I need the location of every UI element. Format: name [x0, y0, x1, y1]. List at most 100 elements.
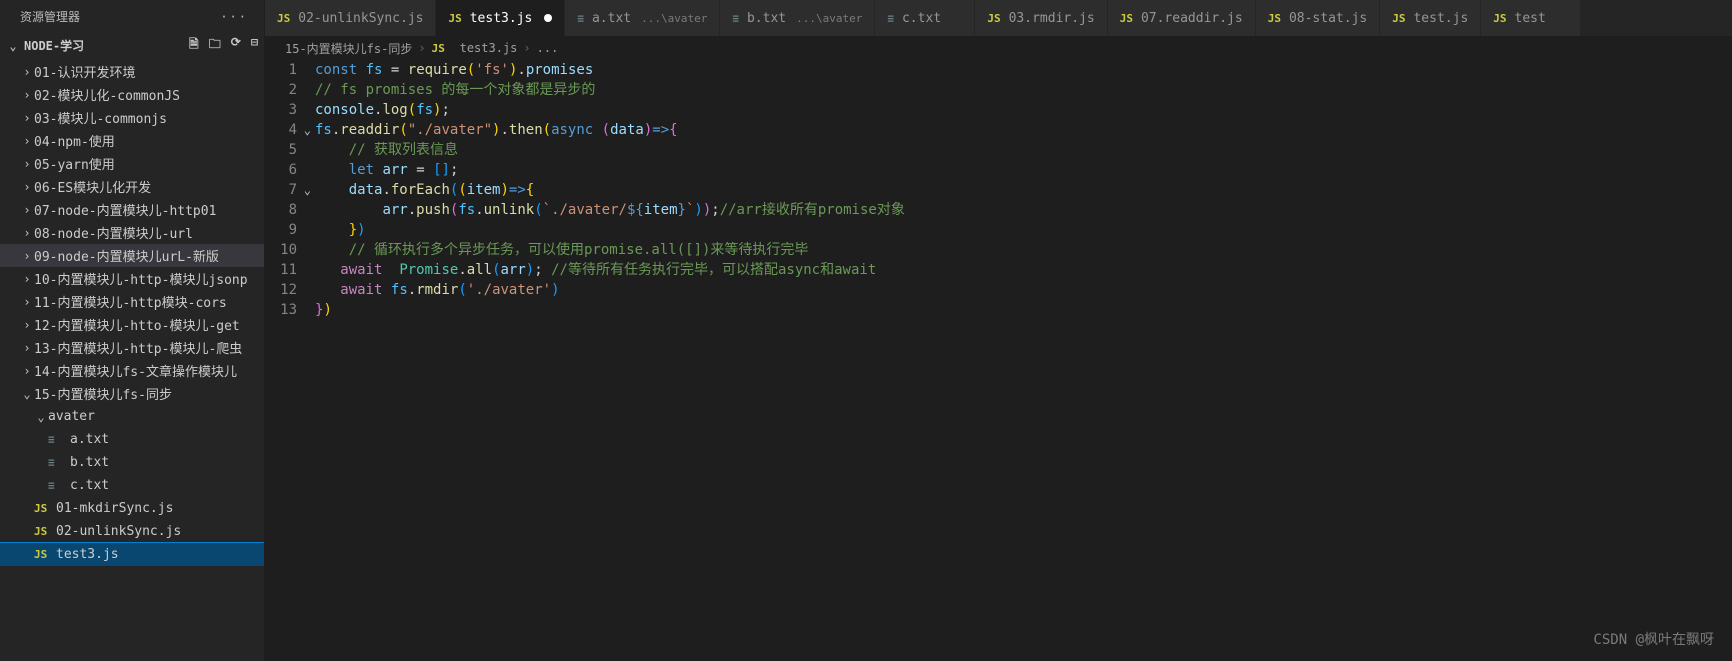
file-tree: ›01-认识开发环境›02-模块儿化-commonJS›03-模块儿-commo… [0, 58, 264, 566]
tree-folder[interactable]: ›03-模块儿-commonjs [0, 106, 264, 129]
folder-label: 06-ES模块儿化开发 [34, 177, 151, 196]
code-line[interactable]: // 循环执行多个异步任务，可以使用promise.all([])来等待执行完毕 [315, 240, 1732, 260]
explorer-root-header[interactable]: ⌄ NODE-学习 🗎 🗀 ⟳ ⊟ [0, 33, 264, 58]
chevron-right-icon: › [20, 65, 34, 79]
tree-file[interactable]: ≡c.txt [0, 474, 264, 497]
tree-file[interactable]: ≡b.txt [0, 451, 264, 474]
txt-file-icon: ≡ [48, 433, 66, 446]
code-line[interactable]: console.log(fs); [315, 100, 1732, 120]
editor-tabs: JS02-unlinkSync.jsJStest3.js≡a.txt...\av… [265, 0, 1732, 36]
breadcrumb-part[interactable]: test3.js [460, 41, 518, 55]
dirty-indicator [544, 14, 552, 22]
line-number: 12 [265, 280, 297, 300]
editor-tab[interactable]: JS03.rmdir.js [975, 0, 1107, 36]
tree-file[interactable]: ≡a.txt [0, 428, 264, 451]
tab-label: c.txt [902, 11, 941, 26]
code-line[interactable]: data.forEach((item)=>{ [315, 180, 1732, 200]
chevron-right-icon: › [418, 41, 425, 55]
tree-folder[interactable]: ›01-认识开发环境 [0, 60, 264, 83]
tab-label: 07.readdir.js [1141, 11, 1243, 26]
code-line[interactable]: }) [315, 220, 1732, 240]
editor-tab[interactable]: JS07.readdir.js [1108, 0, 1256, 36]
editor-tab[interactable]: JS02-unlinkSync.js [265, 0, 436, 36]
tab-label: 02-unlinkSync.js [298, 11, 423, 26]
tree-folder[interactable]: ›14-内置模块儿fs-文章操作模块儿 [0, 359, 264, 382]
new-folder-icon[interactable]: 🗀 [209, 35, 221, 56]
file-label: c.txt [70, 478, 109, 493]
code-line[interactable]: // fs promises 的每一个对象都是异步的 [315, 80, 1732, 100]
code-content[interactable]: const fs = require('fs').promises// fs p… [315, 60, 1732, 661]
editor-tab[interactable]: ≡c.txt [875, 0, 975, 36]
chevron-right-icon: › [20, 272, 34, 286]
tab-label: a.txt [592, 11, 631, 26]
line-number: 3 [265, 100, 297, 120]
folder-label: 11-内置模块儿-http模块-cors [34, 292, 227, 311]
code-line[interactable]: await fs.rmdir('./avater') [315, 280, 1732, 300]
tree-folder[interactable]: ›12-内置模块儿-htto-模块儿-get [0, 313, 264, 336]
code-line[interactable]: let arr = []; [315, 160, 1732, 180]
chevron-right-icon: › [523, 41, 530, 55]
folder-label: 02-模块儿化-commonJS [34, 85, 180, 104]
folder-label: 15-内置模块儿fs-同步 [34, 384, 172, 403]
code-line[interactable]: arr.push(fs.unlink(`./avater/${item}`));… [315, 200, 1732, 220]
breadcrumb-part[interactable]: 15-内置模块儿fs-同步 [285, 40, 412, 57]
tree-file[interactable]: JS01-mkdirSync.js [0, 497, 264, 520]
refresh-icon[interactable]: ⟳ [231, 35, 241, 56]
line-gutter: 12345678910111213 [265, 60, 315, 661]
tree-folder-open[interactable]: ⌄15-内置模块儿fs-同步 [0, 382, 264, 405]
folder-label: 07-node-内置模块儿-http01 [34, 200, 216, 219]
tab-label: test.js [1413, 11, 1468, 26]
folder-label: 01-认识开发环境 [34, 62, 135, 81]
sidebar-header: 资源管理器 ··· [0, 0, 264, 33]
tree-file[interactable]: JS02-unlinkSync.js [0, 520, 264, 543]
editor-tab[interactable]: ≡a.txt...\avater [565, 0, 720, 36]
tree-file[interactable]: JS test3.js [0, 543, 264, 566]
new-file-icon[interactable]: 🗎 [189, 35, 199, 56]
tree-folder[interactable]: ›11-内置模块儿-http模块-cors [0, 290, 264, 313]
breadcrumb[interactable]: 15-内置模块儿fs-同步 › JS test3.js › ... [265, 36, 1732, 60]
chevron-right-icon: › [20, 88, 34, 102]
editor-tab[interactable]: JS test [1481, 0, 1581, 36]
line-number: 4 [265, 120, 297, 140]
js-file-icon: JS [34, 525, 52, 538]
tree-folder[interactable]: ›13-内置模块儿-http-模块儿-爬虫 [0, 336, 264, 359]
editor-tab[interactable]: JStest3.js [436, 0, 565, 36]
line-number: 1 [265, 60, 297, 80]
code-line[interactable]: }) [315, 300, 1732, 320]
tree-folder[interactable]: ›02-模块儿化-commonJS [0, 83, 264, 106]
tree-folder[interactable]: ›08-node-内置模块儿-url [0, 221, 264, 244]
tree-folder[interactable]: ›10-内置模块儿-http-模块儿jsonp [0, 267, 264, 290]
editor-tab[interactable]: ≡b.txt...\avater [720, 0, 875, 36]
breadcrumb-part[interactable]: ... [537, 41, 559, 55]
code-line[interactable]: fs.readdir("./avater").then(async (data)… [315, 120, 1732, 140]
line-number: 5 [265, 140, 297, 160]
tree-folder[interactable]: ›07-node-内置模块儿-http01 [0, 198, 264, 221]
collapse-icon[interactable]: ⊟ [251, 35, 258, 56]
tab-sublabel: ...\avater [796, 12, 862, 25]
tree-folder[interactable]: ›04-npm-使用 [0, 129, 264, 152]
chevron-down-icon: ⌄ [6, 39, 20, 53]
editor-tab[interactable]: JStest.js [1380, 0, 1481, 36]
editor-tab[interactable]: JS08-stat.js [1256, 0, 1381, 36]
code-line[interactable]: const fs = require('fs').promises [315, 60, 1732, 80]
chevron-right-icon: › [20, 341, 34, 355]
tab-label: test [1515, 11, 1546, 26]
js-file-icon: JS [1493, 12, 1506, 25]
line-number: 10 [265, 240, 297, 260]
code-editor[interactable]: 12345678910111213 const fs = require('fs… [265, 60, 1732, 661]
tree-folder-open[interactable]: ⌄avater [0, 405, 264, 428]
js-file-icon: JS [34, 548, 52, 561]
root-folder-label: NODE-学习 [24, 37, 84, 54]
chevron-right-icon: › [20, 157, 34, 171]
more-icon[interactable]: ··· [220, 10, 248, 24]
code-line[interactable]: // 获取列表信息 [315, 140, 1732, 160]
js-file-icon: JS [432, 42, 450, 55]
tree-folder[interactable]: ›09-node-内置模块儿urL-新版 [0, 244, 264, 267]
txt-file-icon: ≡ [577, 12, 584, 25]
tree-folder[interactable]: ›05-yarn使用 [0, 152, 264, 175]
file-label: 01-mkdirSync.js [56, 501, 173, 516]
file-label: test3.js [56, 547, 119, 562]
tree-folder[interactable]: ›06-ES模块儿化开发 [0, 175, 264, 198]
folder-label: 05-yarn使用 [34, 154, 115, 173]
code-line[interactable]: await Promise.all(arr); //等待所有任务执行完毕，可以搭… [315, 260, 1732, 280]
